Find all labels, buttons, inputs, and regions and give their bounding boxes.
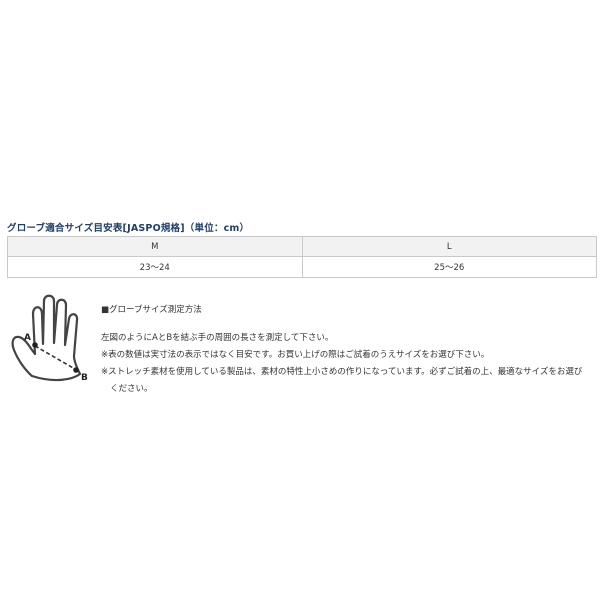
size-chart-title: グローブ適合サイズ目安表[JASPO規格]（単位：cm） [7, 223, 250, 234]
column-header-l: L [301, 236, 597, 257]
note-line: ※表の数値は実寸法の表示ではなく目安です。お買い上げの際はご試着のうえサイズをお… [101, 350, 490, 360]
note-line: ※ストレッチ素材を使用している製品は、素材の特性上小さめの作りになっています。必… [101, 367, 583, 377]
hand-outline-icon [11, 294, 82, 382]
note-line: 左図のようにAとBを結ぶ手の周囲の長さを測定して下さい。 [101, 333, 334, 343]
point-a-marker [32, 342, 38, 348]
note-line: ください。 [110, 384, 153, 394]
label-b: B [81, 373, 88, 383]
column-header-m: M [7, 236, 303, 257]
size-table: M L 23〜24 25〜26 [7, 236, 597, 278]
table-row: 23〜24 25〜26 [7, 256, 597, 278]
label-a: A [24, 333, 31, 343]
table-header-row: M L [7, 236, 597, 257]
point-b-marker [73, 367, 79, 373]
size-m-cell: 23〜24 [7, 256, 303, 278]
size-l-cell: 25〜26 [301, 256, 597, 278]
hand-measurement-diagram: A B [11, 294, 88, 383]
notes-heading: ■グローブサイズ測定方法 [101, 305, 202, 315]
